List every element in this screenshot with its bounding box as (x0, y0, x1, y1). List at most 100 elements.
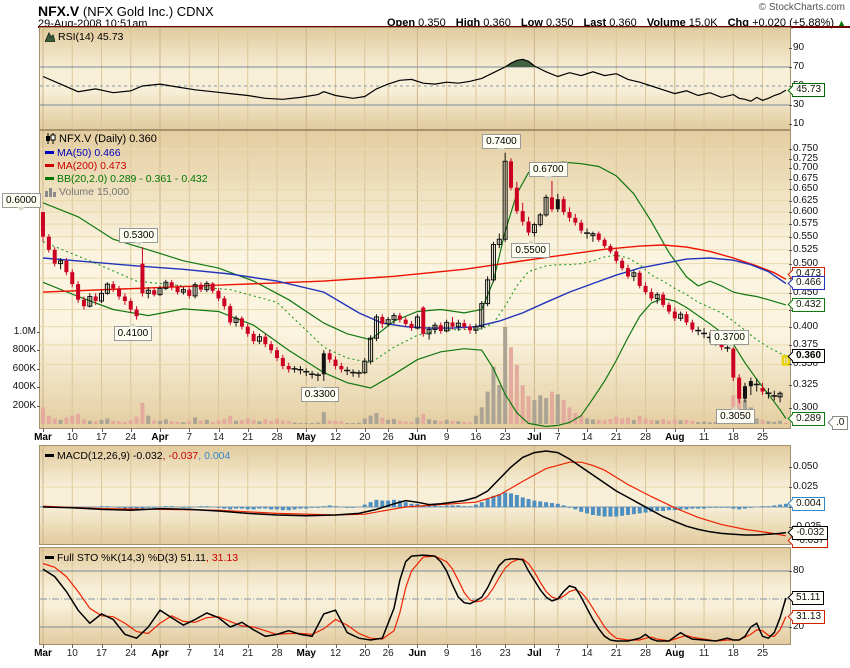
price-annotation: 0.4100 (114, 326, 153, 341)
price-annotation: 0.3300 (301, 387, 340, 402)
macd-value-tag: -0.032 (792, 526, 828, 540)
candle (70, 272, 74, 284)
volume-bar (638, 416, 642, 424)
macd-histogram-bar (515, 495, 519, 507)
candle (765, 393, 771, 395)
rsi-axis-label: 10 (793, 118, 804, 130)
macd-histogram-bar (310, 507, 314, 508)
candle (667, 305, 671, 312)
volume-bar (76, 414, 80, 424)
candle (749, 381, 753, 386)
volume-bar (146, 416, 150, 424)
volume-bar (585, 418, 589, 424)
volume-bar (620, 418, 624, 424)
candle (76, 284, 80, 300)
price-axis-label: 0.600 (793, 206, 818, 218)
candle (53, 250, 57, 264)
rsi-panel (40, 28, 790, 129)
macd-histogram-bar (480, 502, 484, 507)
candle (515, 188, 519, 211)
macd-histogram-bar (140, 507, 144, 509)
ma200-legend: MA(200) 0.473 (45, 160, 126, 172)
macd-histogram-bar (474, 505, 478, 507)
candle (135, 310, 139, 317)
volume-bar (667, 421, 671, 424)
macd-histogram-bar (573, 507, 577, 509)
candle (344, 370, 350, 372)
candle (410, 324, 414, 328)
candle (608, 246, 612, 251)
volume-bar (655, 420, 659, 424)
volume-bar (544, 398, 548, 424)
volume-bar (562, 400, 566, 424)
macd-histogram-bar (246, 507, 250, 509)
candle (334, 360, 338, 366)
volume-bar (503, 327, 507, 424)
volume-bars-icon (45, 188, 56, 197)
copyright-label: © StockCharts.com (759, 2, 845, 13)
candle (579, 223, 583, 231)
volume-bar (263, 419, 267, 424)
macd-histogram-bar (725, 507, 729, 508)
candle (356, 372, 362, 374)
macd-histogram-bar (252, 507, 256, 509)
macd-histogram-bar (497, 494, 501, 507)
price-annotation: 0.6700 (529, 162, 568, 177)
macd-histogram-bar (702, 507, 706, 509)
volume-legend-label: Volume 15,000 (59, 186, 129, 198)
macd-histogram-bar (181, 507, 185, 508)
volume-bar (462, 422, 466, 424)
volume-bar (603, 420, 607, 424)
macd-histogram-bar (661, 507, 665, 511)
candle (661, 295, 665, 305)
candle (263, 337, 267, 344)
candle (597, 234, 601, 240)
volume-bar (509, 347, 513, 424)
volume-bar (193, 418, 197, 424)
macd-histogram-bar (129, 507, 133, 509)
candle (649, 292, 653, 298)
candle (620, 261, 624, 268)
volume-bar (597, 420, 601, 424)
candle (41, 212, 45, 237)
bb-label: BB(20,2.0) 0.289 - 0.361 - 0.432 (57, 173, 208, 185)
price-axis-label: 0.525 (793, 244, 818, 256)
candle (550, 197, 554, 209)
candle (117, 288, 121, 296)
volume-bar (123, 422, 127, 424)
macd-histogram-bar (486, 499, 490, 507)
stochastic-legend: Full STO %K(14,3) %D(3) 51.11, 31.13 (45, 552, 238, 564)
volume-bar (59, 420, 63, 424)
macd-histogram-bar (579, 507, 583, 512)
macd-histogram-bar (351, 507, 355, 508)
ticker-symbol: NFX.V (38, 3, 79, 19)
macd-histogram-bar (556, 504, 560, 507)
macd-histogram-bar (363, 505, 367, 507)
volume-bar (550, 392, 554, 424)
price-annotation: 0.3700 (710, 330, 749, 345)
macd-histogram-bar (731, 507, 735, 509)
macd-histogram-bar (334, 506, 338, 507)
volume-bar (129, 420, 133, 424)
macd-histogram-bar (222, 507, 226, 509)
rsi-axis-label: 90 (793, 42, 804, 54)
candle (521, 211, 525, 222)
macd-histogram-bar (503, 493, 507, 507)
volume-bar (41, 407, 45, 424)
macd-histogram-bar (217, 507, 221, 508)
volume-bar (690, 421, 694, 424)
volume-bar (252, 420, 256, 424)
macd-value-tag: 0.004 (792, 497, 825, 511)
volume-bar (357, 423, 361, 424)
macd-histogram-bar (451, 505, 455, 507)
candle (685, 314, 689, 322)
price-axis-label: 0.325 (793, 379, 818, 391)
macd-histogram-bar (597, 507, 601, 516)
macd-histogram-bar (766, 506, 770, 507)
macd-histogram-bar (117, 507, 121, 508)
volume-bar (374, 413, 378, 424)
macd-histogram-bar (105, 506, 109, 507)
candle (47, 237, 51, 250)
macd-histogram-bar (462, 506, 466, 507)
candle (328, 353, 332, 359)
